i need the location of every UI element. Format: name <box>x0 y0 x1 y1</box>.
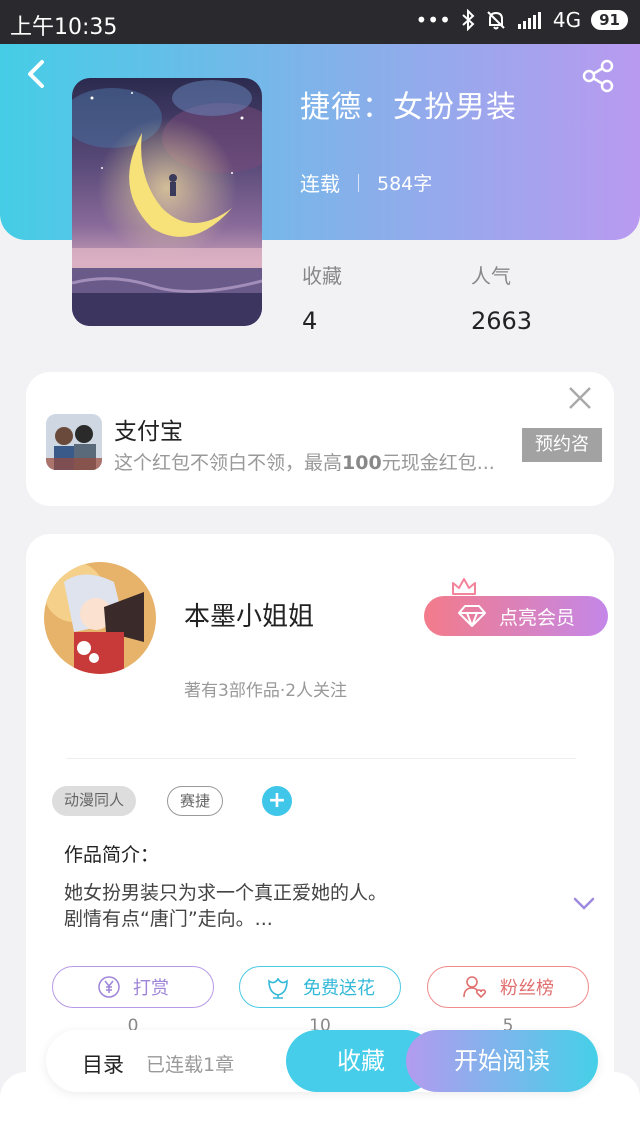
stat-popularity: 人气 2663 <box>471 260 532 335</box>
tag-item[interactable]: 赛捷 <box>167 786 224 816</box>
send-flower-button[interactable]: 免费送花 <box>239 966 401 1008</box>
status-icons: ••• 4G 91 <box>415 8 628 32</box>
vip-button-label: 点亮会员 <box>498 606 575 629</box>
book-status: 连载 <box>300 172 340 196</box>
ad-app-name: 支付宝 <box>114 419 183 445</box>
ad-desc-text: 元现金红包... <box>381 452 495 474</box>
vip-button[interactable]: 点亮会员 <box>424 596 608 636</box>
book-title: 捷德：女扮男装 <box>300 90 517 125</box>
stat-label: 收藏 <box>302 264 342 288</box>
silent-bell-icon <box>487 11 505 30</box>
intro-line: 剧情有点“唐门”走向。... <box>64 908 273 930</box>
author-meta: 著有3部作品·2人关注 <box>184 681 348 701</box>
moon-cover-image <box>72 78 262 326</box>
more-dots-icon: ••• <box>415 8 451 32</box>
author-card: 本墨小姐姐 著有3部作品·2人关注 点亮会员 动漫同人 赛捷 + 作品简介： 她… <box>26 534 614 1094</box>
fans-ranking-label: 粉丝榜 <box>500 978 554 999</box>
book-cover[interactable] <box>72 78 262 326</box>
status-bar: 上午10:35 ••• 4G 91 <box>0 0 640 44</box>
ad-card[interactable]: 支付宝 这个红包不领白不领，最高100元现金红包... 预约咨 <box>26 372 614 506</box>
tag-item[interactable]: 动漫同人 <box>52 786 137 816</box>
tip-label: 打赏 <box>133 978 169 999</box>
intro-line: 她女扮男装只为求一个真正爱她的人。 <box>64 882 388 904</box>
ad-desc-text: 这个红包不领白不领，最高 <box>114 452 343 474</box>
book-meta: 连载 584字 <box>300 168 432 197</box>
tip-button[interactable]: 打赏 <box>52 966 214 1008</box>
share-icon[interactable] <box>580 58 616 94</box>
stat-value: 2663 <box>471 307 533 335</box>
stat-label: 人气 <box>471 264 511 288</box>
yen-coin-icon <box>98 976 120 998</box>
signal-icon <box>517 12 541 29</box>
close-icon[interactable] <box>566 384 594 412</box>
status-time: 上午10:35 <box>10 15 118 40</box>
back-icon[interactable] <box>20 56 56 92</box>
diamond-icon <box>457 605 486 627</box>
meta-divider <box>358 173 359 192</box>
ad-description: 这个红包不领白不领，最高100元现金红包... <box>114 448 514 475</box>
ad-app-icon <box>46 414 102 470</box>
bluetooth-icon <box>462 9 475 31</box>
word-count: 584字 <box>377 173 433 195</box>
ad-action-button[interactable]: 预约咨 <box>522 428 602 462</box>
toc-status: 已连载1章 <box>146 1054 235 1076</box>
network-type: 4G <box>552 8 582 32</box>
stat-favorites: 收藏 4 <box>302 260 342 335</box>
intro-label: 作品简介： <box>64 844 160 866</box>
author-avatar[interactable] <box>44 562 156 674</box>
stat-value: 4 <box>302 307 318 335</box>
battery-icon: 91 <box>591 10 628 30</box>
ad-desc-highlight: 100 <box>342 452 382 474</box>
add-tag-button[interactable]: + <box>262 786 292 816</box>
flower-icon <box>268 977 288 999</box>
divider <box>66 758 576 759</box>
start-reading-button[interactable]: 开始阅读 <box>406 1030 598 1092</box>
crown-icon <box>452 578 476 595</box>
toc-button[interactable]: 目录 <box>82 1049 124 1079</box>
send-flower-label: 免费送花 <box>303 978 375 999</box>
user-heart-icon <box>463 976 487 999</box>
author-name[interactable]: 本墨小姐姐 <box>184 596 314 633</box>
fans-ranking-button[interactable]: 粉丝榜 <box>427 966 589 1008</box>
intro-text: 她女扮男装只为求一个真正爱她的人。 剧情有点“唐门”走向。... <box>64 880 544 932</box>
chevron-down-icon[interactable] <box>572 896 596 912</box>
